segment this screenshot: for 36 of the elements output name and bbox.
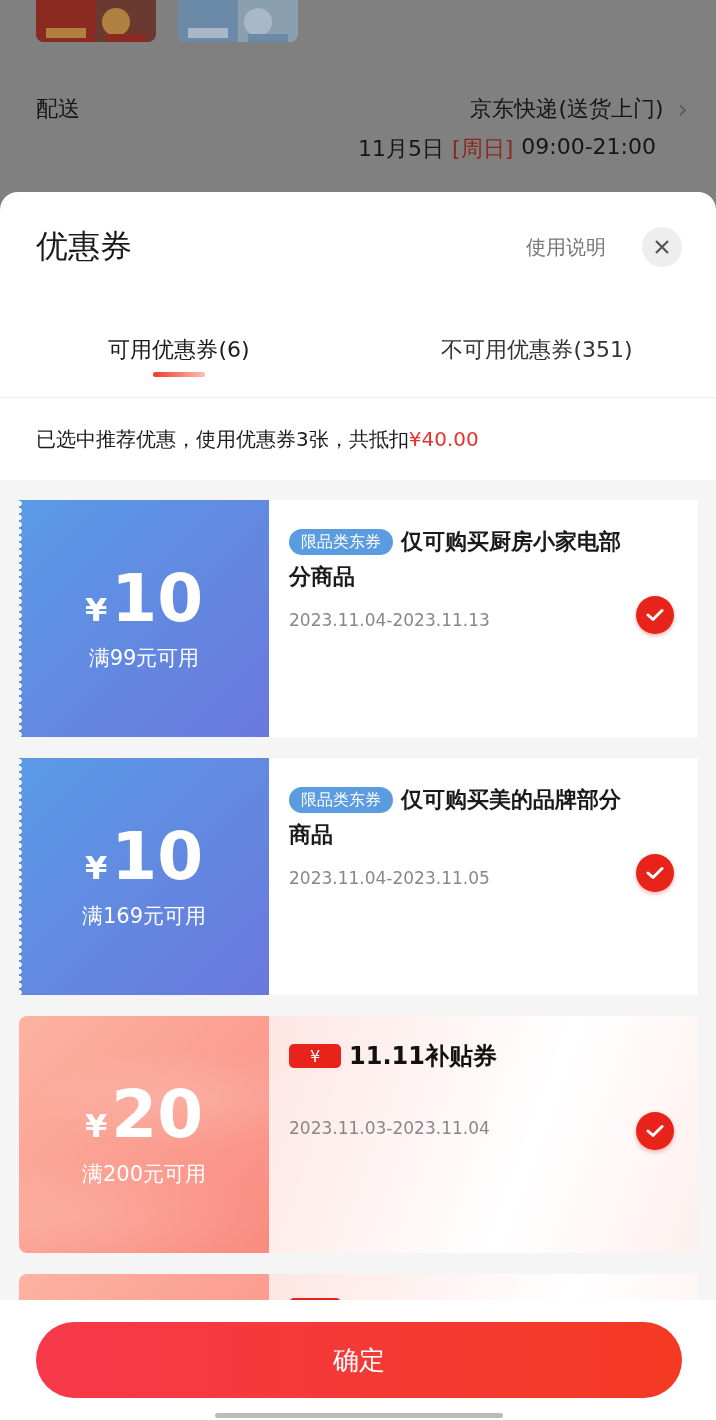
coupon-validity: 2023.11.03-2023.11.04 xyxy=(289,1118,490,1138)
coupon-tab[interactable]: 可用优惠券(6) xyxy=(0,302,358,397)
coupon-amount: ¥20 xyxy=(84,1081,204,1148)
check-icon xyxy=(646,608,664,622)
help-link[interactable]: 使用说明 xyxy=(526,233,606,261)
coupon-details-panel[interactable]: ¥ 11.11补贴券 2023.11.03-2023.11.04 xyxy=(269,1016,698,1253)
coupon-title: 11.11补贴券 xyxy=(349,1041,497,1072)
summary-text: 已选中推荐优惠，使用优惠券3张，共抵扣¥40.00 xyxy=(36,425,479,453)
close-icon xyxy=(654,239,670,255)
delivery-time: 09:00-21:00 xyxy=(521,134,656,161)
coupon-details-panel[interactable]: 限品类东券 仅可购买厨房小家电部分商品 2023.11.04-2023.11.13 xyxy=(269,500,698,737)
check-icon xyxy=(646,866,664,880)
coupon-validity: 2023.11.04-2023.11.05 xyxy=(289,868,490,888)
coupon-condition: 满169元可用 xyxy=(81,902,207,930)
delivery-label: 配送 xyxy=(36,95,80,123)
confirm-button[interactable]: 确定 xyxy=(36,1322,682,1398)
coupon-details-panel[interactable]: 限品类东券 仅可购买美的品牌部分商品 2023.11.04-2023.11.05 xyxy=(269,758,698,995)
coupon-condition: 满200元可用 xyxy=(81,1160,207,1188)
check-icon xyxy=(646,1124,664,1138)
delivery-weekday: [周日] xyxy=(452,135,514,163)
tab-underline xyxy=(153,372,205,377)
delivery-method: 京东快递(送货上门) xyxy=(470,95,664,123)
sheet-title: 优惠券 xyxy=(36,226,133,267)
coupon-amount: ¥10 xyxy=(84,565,204,632)
delivery-date: 11月5日 xyxy=(358,135,445,163)
coupon-checkbox[interactable] xyxy=(636,1112,674,1150)
coupon-title: 限品类东券 仅可购买厨房小家电部分商品 xyxy=(289,528,622,591)
subsidy-badge: ¥ xyxy=(289,1044,341,1068)
coupon-tab[interactable]: 不可用优惠券(351) xyxy=(358,302,716,397)
coupon-condition: 满99元可用 xyxy=(88,644,200,672)
coupon-title: 限品类东券 仅可购买美的品牌部分商品 xyxy=(289,786,622,849)
close-button[interactable] xyxy=(642,227,682,267)
coupon-validity: 2023.11.04-2023.11.13 xyxy=(289,610,490,630)
coupon-amount: ¥10 xyxy=(84,823,204,890)
coupon-checkbox[interactable] xyxy=(636,854,674,892)
coupon-checkbox[interactable] xyxy=(636,596,674,634)
